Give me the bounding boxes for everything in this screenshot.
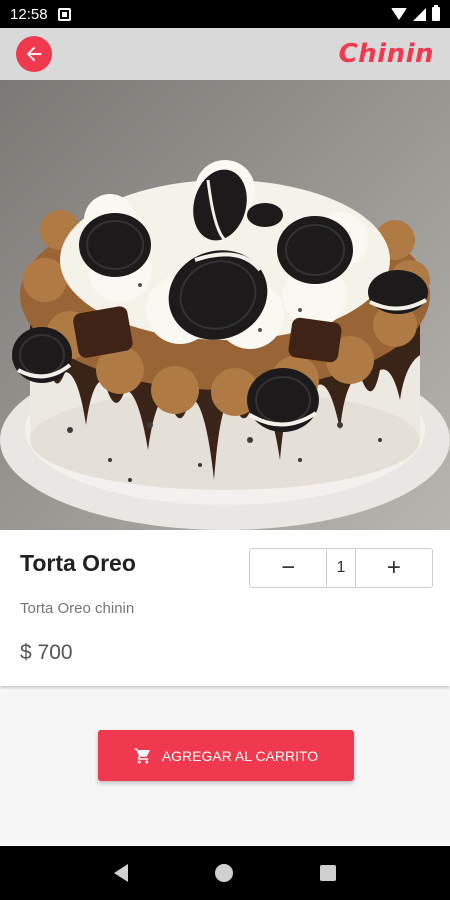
- brand-logo: Chinin: [338, 39, 434, 69]
- add-to-cart-button[interactable]: AGREGAR AL CARRITO: [98, 730, 354, 781]
- arrow-left-icon: [26, 46, 42, 62]
- back-button[interactable]: [16, 36, 52, 72]
- recents-icon[interactable]: [320, 865, 337, 881]
- back-icon[interactable]: [113, 864, 128, 882]
- status-bar: 12:58: [0, 0, 450, 28]
- product-price: $ 700: [20, 641, 73, 664]
- app-bar: Chinin: [0, 28, 450, 80]
- decrement-button[interactable]: −: [250, 549, 326, 587]
- product-card: Torta Oreo Torta Oreo chinin $ 700 − 1 +: [0, 530, 450, 686]
- system-nav-bar: [0, 846, 450, 900]
- add-to-cart-label: AGREGAR AL CARRITO: [161, 747, 319, 764]
- notification-icon: [57, 7, 71, 21]
- quantity-value: 1: [326, 549, 356, 587]
- home-icon[interactable]: [214, 864, 233, 882]
- cake-photo: [0, 80, 450, 530]
- wifi-icon: [391, 8, 407, 20]
- signal-icon: [413, 7, 426, 21]
- quantity-stepper: − 1 +: [249, 548, 433, 588]
- status-time: 12:58: [10, 5, 48, 23]
- product-name: Torta Oreo: [20, 550, 136, 576]
- battery-icon: [432, 5, 440, 21]
- increment-button[interactable]: +: [356, 549, 432, 587]
- product-description: Torta Oreo chinin: [20, 600, 135, 617]
- cart-icon: [134, 747, 152, 765]
- product-image: [0, 80, 450, 530]
- status-icons: [391, 5, 440, 21]
